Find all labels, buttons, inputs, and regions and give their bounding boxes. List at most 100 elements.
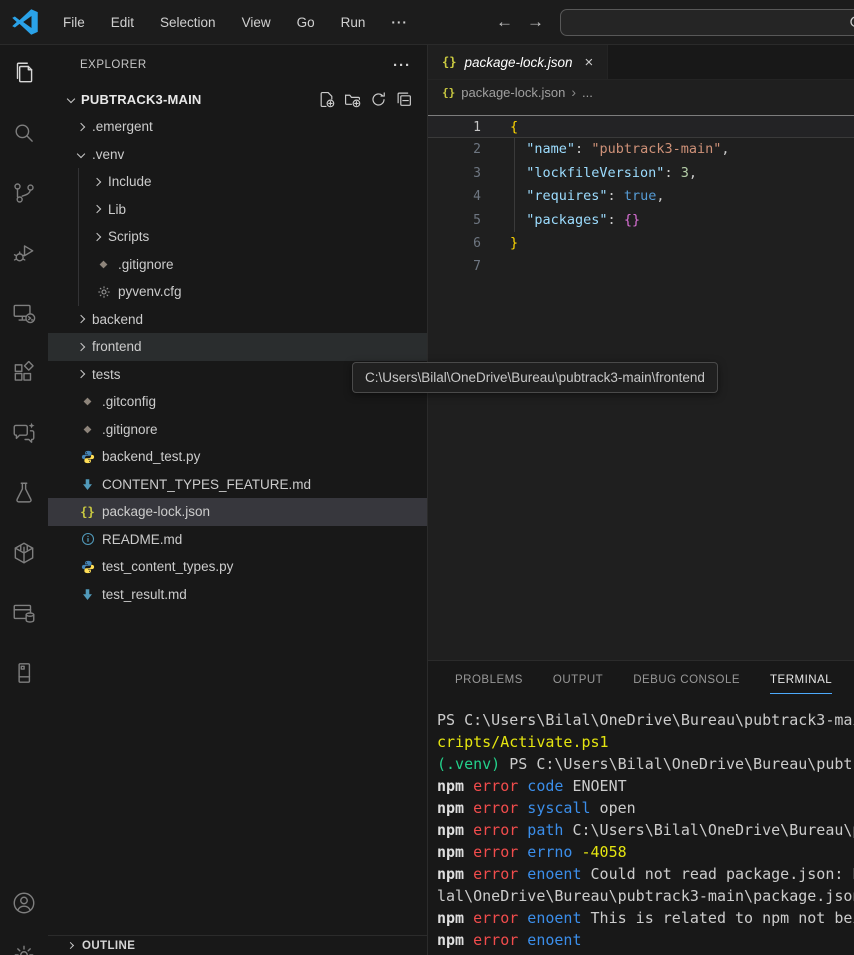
tree-item-label: Include xyxy=(108,174,152,189)
terminal-token: npm xyxy=(437,799,464,817)
code-text: "lockfileVersion": 3, xyxy=(510,162,697,185)
folder-include[interactable]: Include xyxy=(48,168,427,196)
token: 3 xyxy=(681,165,689,181)
chat-icon[interactable] xyxy=(0,409,48,457)
tree-item-label: test_content_types.py xyxy=(102,559,233,574)
folder-frontend[interactable]: frontend xyxy=(48,333,427,361)
search-icon xyxy=(849,15,854,31)
new-folder-icon[interactable] xyxy=(344,91,361,108)
terminal-token: syscall xyxy=(518,799,590,817)
refresh-icon[interactable] xyxy=(370,91,387,108)
device-icon[interactable] xyxy=(0,649,48,697)
indent-guide xyxy=(78,223,79,251)
tab-package-lock-json[interactable]: {} package-lock.json × xyxy=(428,45,608,79)
collapse-all-icon[interactable] xyxy=(396,91,413,108)
chevron-collapsed-icon xyxy=(93,178,101,186)
file--gitignore[interactable]: .gitignore xyxy=(48,416,427,444)
panel-tab-problems[interactable]: PROBLEMS xyxy=(455,674,523,686)
code-text: "packages": {} xyxy=(510,209,640,232)
folder--emergent[interactable]: .emergent xyxy=(48,113,427,141)
path-tooltip: C:\Users\Bilal\OneDrive\Bureau\pubtrack3… xyxy=(352,362,718,393)
remote-explorer-icon[interactable] xyxy=(0,289,48,337)
source-control-icon[interactable] xyxy=(0,169,48,217)
forward-arrow-icon[interactable]: → xyxy=(527,12,544,32)
testing-icon[interactable] xyxy=(0,469,48,517)
back-arrow-icon[interactable]: ← xyxy=(496,12,513,32)
token xyxy=(510,212,526,228)
menu-selection[interactable]: Selection xyxy=(147,15,229,30)
file-backend-test-py[interactable]: backend_test.py xyxy=(48,443,427,471)
breadcrumb[interactable]: {} package-lock.json › ... xyxy=(428,80,854,104)
breadcrumb-symbol[interactable]: ... xyxy=(582,85,593,100)
menu-edit[interactable]: Edit xyxy=(98,15,147,30)
panel-tab-output[interactable]: OUTPUT xyxy=(553,674,603,686)
panel-tab-bar: PROBLEMS OUTPUT DEBUG CONSOLE TERMINAL xyxy=(428,661,854,699)
terminal-token: npm xyxy=(437,865,464,883)
breadcrumb-file[interactable]: package-lock.json xyxy=(461,85,565,100)
folder-lib[interactable]: Lib xyxy=(48,196,427,224)
explorer-sidebar: EXPLORER ··· PUBTRACK3-MAIN .emergent.ve… xyxy=(48,45,428,955)
menu-view[interactable]: View xyxy=(229,15,284,30)
menu-more-icon[interactable]: ··· xyxy=(378,15,421,30)
close-tab-icon[interactable]: × xyxy=(585,54,594,71)
account-icon[interactable] xyxy=(0,879,48,927)
line-number: 6 xyxy=(428,232,481,255)
run-debug-icon[interactable] xyxy=(0,229,48,277)
folder-backend[interactable]: backend xyxy=(48,306,427,334)
extensions-icon[interactable] xyxy=(0,349,48,397)
panel-tab-terminal[interactable]: TERMINAL xyxy=(770,674,832,686)
code-lines: 1{2 "name": "pubtrack3-main",3 "lockfile… xyxy=(428,115,854,279)
file-readme-md[interactable]: README.md xyxy=(48,526,427,554)
panel-tab-debug-console[interactable]: DEBUG CONSOLE xyxy=(633,674,740,686)
info-file-icon xyxy=(80,532,95,547)
terminal-token: -4058 xyxy=(572,843,626,861)
token xyxy=(510,188,526,204)
activity-bar xyxy=(0,45,48,955)
workspace-section-header[interactable]: PUBTRACK3-MAIN xyxy=(48,85,427,113)
token: : xyxy=(664,165,680,181)
search-icon[interactable] xyxy=(0,109,48,157)
settings-icon[interactable] xyxy=(0,931,48,955)
database-icon[interactable] xyxy=(0,589,48,637)
line-number: 5 xyxy=(428,209,481,232)
sidebar-more-actions-icon[interactable]: ··· xyxy=(393,57,411,74)
folder--venv[interactable]: .venv xyxy=(48,141,427,169)
code-text: { xyxy=(510,116,518,137)
menu-file[interactable]: File xyxy=(50,15,98,30)
code-line: 2 "name": "pubtrack3-main", xyxy=(428,138,854,161)
indent-guide xyxy=(78,168,79,196)
token: "packages" xyxy=(526,212,607,228)
chevron-collapsed-icon xyxy=(77,123,85,131)
new-file-icon[interactable] xyxy=(318,91,335,108)
menu-run[interactable]: Run xyxy=(328,15,379,30)
tree-item-label: .gitignore xyxy=(118,257,174,272)
vscode-logo xyxy=(12,9,38,35)
containers-icon[interactable] xyxy=(0,529,48,577)
token: , xyxy=(721,141,729,157)
chevron-collapsed-icon xyxy=(93,205,101,213)
terminal-token: lal\OneDrive\Bureau\pubtrack3-main\packa… xyxy=(437,887,854,905)
token: "name" xyxy=(526,141,575,157)
file-content-types-feature-md[interactable]: CONTENT_TYPES_FEATURE.md xyxy=(48,471,427,499)
terminal-line: (.venv) PS C:\Users\Bilal\OneDrive\Burea… xyxy=(437,753,854,775)
file-pyvenv-cfg[interactable]: pyvenv.cfg xyxy=(48,278,427,306)
terminal-token: PS C:\Users\Bilal\OneDrive\Bureau\pubtra… xyxy=(437,711,854,729)
command-center-search[interactable] xyxy=(560,9,854,36)
token xyxy=(510,165,526,181)
explorer-icon[interactable] xyxy=(0,49,48,97)
folder-scripts[interactable]: Scripts xyxy=(48,223,427,251)
file-test-content-types-py[interactable]: test_content_types.py xyxy=(48,553,427,581)
chevron-collapsed-icon xyxy=(77,343,85,351)
json-file-icon: {} xyxy=(442,55,456,69)
terminal-output[interactable]: PS C:\Users\Bilal\OneDrive\Bureau\pubtra… xyxy=(437,709,854,955)
file-package-lock-json[interactable]: {}package-lock.json xyxy=(48,498,427,526)
file-test-result-md[interactable]: test_result.md xyxy=(48,581,427,609)
terminal-token: npm xyxy=(437,909,464,927)
menubar: FileEditSelectionViewGoRun··· xyxy=(50,15,421,30)
file--gitignore[interactable]: .gitignore xyxy=(48,251,427,279)
outline-section-header[interactable]: OUTLINE xyxy=(48,935,427,955)
line-number: 3 xyxy=(428,162,481,185)
menu-go[interactable]: Go xyxy=(284,15,328,30)
indent-guide xyxy=(78,196,79,224)
chevron-collapsed-icon xyxy=(67,942,74,949)
